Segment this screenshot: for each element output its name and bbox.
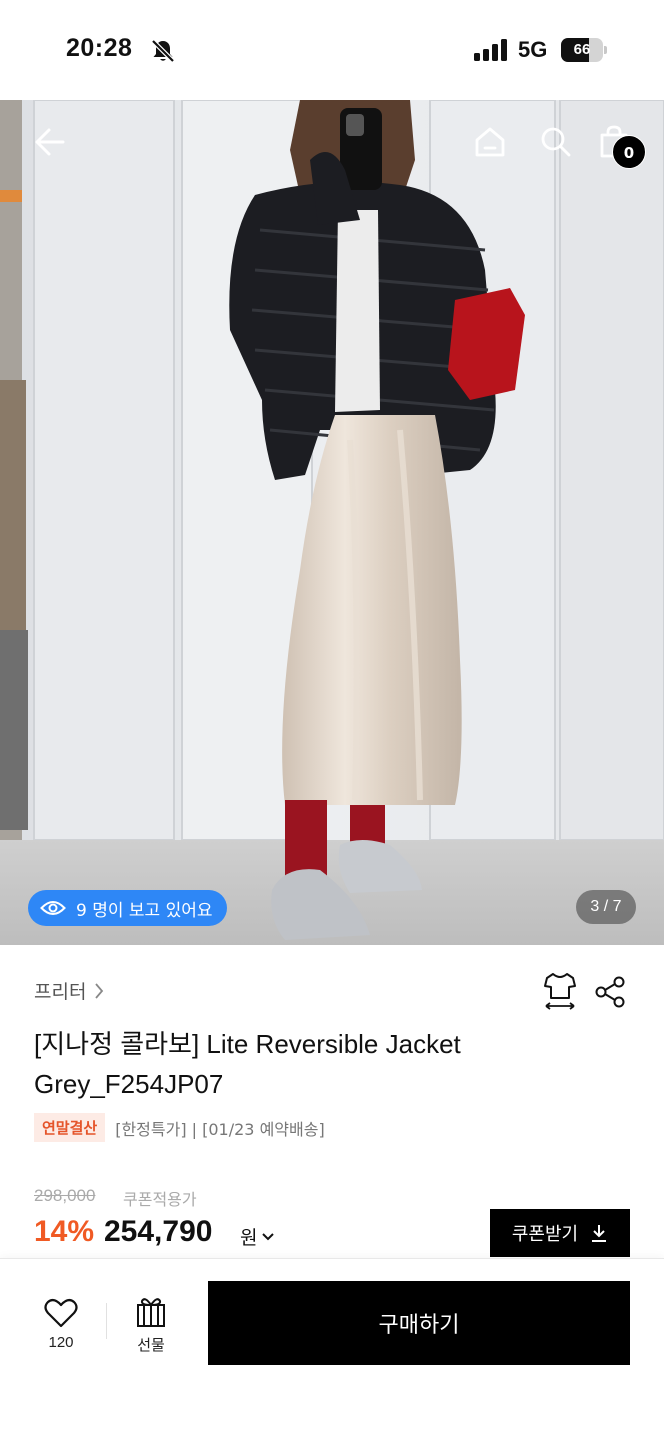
search-button[interactable]	[534, 120, 578, 164]
get-coupon-button[interactable]: 쿠폰받기	[490, 1209, 630, 1257]
divider	[106, 1303, 107, 1339]
viewers-badge: 9 명이 보고 있어요	[28, 890, 227, 926]
eye-icon	[40, 901, 66, 915]
signal-icon	[474, 39, 507, 61]
search-icon	[541, 127, 571, 157]
image-page-counter: 3 / 7	[576, 890, 636, 924]
promo-badge: 연말결산	[34, 1113, 106, 1142]
home-button[interactable]	[468, 120, 512, 164]
discount-rate: 14%	[34, 1215, 95, 1248]
buy-button[interactable]: 구매하기	[208, 1281, 630, 1365]
chevron-right-icon	[95, 982, 104, 999]
status-time: 20:28	[66, 34, 133, 62]
price-detail-toggle[interactable]: 원	[240, 1223, 275, 1250]
arrow-left-icon	[35, 128, 65, 156]
product-photo	[0, 100, 664, 945]
currency-label: 원	[240, 1227, 258, 1249]
coupon-price-note: 쿠폰적용가	[123, 1190, 197, 1209]
brand-link[interactable]: 프리터	[34, 977, 104, 1004]
brand-name: 프리터	[34, 981, 87, 1003]
share-icon	[595, 976, 625, 1008]
network-label: 5G	[518, 37, 548, 62]
status-bar: 20:28 5G 66	[0, 0, 664, 100]
viewers-text: 9 명이 보고 있어요	[76, 900, 213, 921]
like-count: 120	[48, 1334, 74, 1351]
chevron-down-icon	[262, 1232, 275, 1240]
battery-indicator: 66	[561, 38, 607, 62]
home-icon	[475, 127, 505, 157]
battery-label: 66	[573, 41, 591, 58]
gift-label: 선물	[137, 1336, 165, 1354]
share-button[interactable]	[590, 972, 630, 1012]
coupon-button-label: 쿠폰받기	[511, 1224, 579, 1245]
back-button[interactable]	[28, 120, 72, 164]
tags-text: [한정특가] | [01/23 예약배송]	[115, 1119, 325, 1139]
original-price: 298,000	[34, 1186, 96, 1205]
heart-icon	[44, 1298, 78, 1328]
sale-price: 254,790	[104, 1215, 213, 1248]
cart-count-badge: 0	[612, 135, 646, 169]
like-button[interactable]: 120	[34, 1296, 88, 1356]
gift-button[interactable]: 선물	[124, 1296, 178, 1356]
tshirt-size-icon	[544, 973, 576, 1010]
download-icon	[592, 1225, 607, 1242]
product-tags: 연말결산 [한정특가] | [01/23 예약배송]	[34, 1113, 325, 1142]
product-title: [지나정 콜라보] Lite Reversible Jacket Grey_F2…	[34, 1029, 461, 1099]
size-guide-button[interactable]	[540, 970, 580, 1010]
bell-off-icon	[151, 39, 175, 63]
gift-icon	[137, 1298, 165, 1327]
product-image-gallery[interactable]	[0, 100, 664, 945]
